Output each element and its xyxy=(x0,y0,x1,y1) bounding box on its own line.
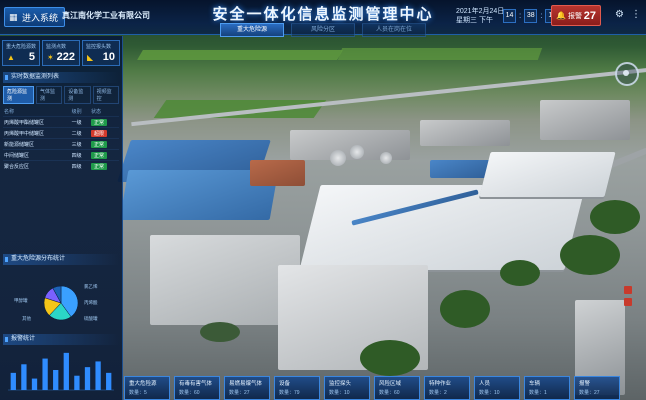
category-vehicles[interactable]: 车辆 数量：1 xyxy=(524,376,570,400)
section-title-pie: 重大危险源分布统计 xyxy=(3,254,119,265)
status-badge: 超限 xyxy=(90,129,107,137)
gear-icon[interactable]: ⚙ xyxy=(615,9,624,20)
category-flammable-gas[interactable]: 易燃易爆气体 数量：27 xyxy=(224,376,270,400)
bar[interactable] xyxy=(42,358,48,390)
alarm-bar-chart[interactable] xyxy=(4,344,118,394)
bar[interactable] xyxy=(10,372,16,390)
tab-risk-zone[interactable]: 风险分区 xyxy=(291,23,355,37)
category-equipment[interactable]: 设备 数量：79 xyxy=(274,376,320,400)
compass-icon[interactable] xyxy=(615,62,639,86)
pie-label: 氯乙烯 xyxy=(84,284,98,289)
bottom-category-bar: 重大危险源 数量：5 有毒有害气体 数量：60 易燃易爆气体 数量：27 设备 数量：7… xyxy=(124,376,620,400)
stat-monitor-points[interactable]: 监测点数 ✶ 222 xyxy=(42,40,80,66)
more-icon[interactable]: ⋮ xyxy=(631,9,641,20)
factory-block[interactable] xyxy=(420,120,510,146)
grid-icon: ▦ xyxy=(9,12,18,22)
bar[interactable] xyxy=(21,364,27,390)
map-marker-icon[interactable] xyxy=(624,298,632,306)
tree-cluster xyxy=(500,260,540,286)
factory-block[interactable] xyxy=(540,100,630,140)
table-row[interactable]: 丙烯酸甲中储罐区 二级 超限 xyxy=(3,127,119,139)
storage-tank[interactable] xyxy=(330,150,346,166)
green-field xyxy=(137,50,343,60)
stat-hazard-count[interactable]: 重大危险源数 ▲ 5 xyxy=(2,40,40,66)
bell-icon: 🔔 xyxy=(556,11,566,20)
bar[interactable] xyxy=(106,372,112,390)
subtab-video[interactable]: 视频监控 xyxy=(92,86,120,104)
view-tabs: 重大危险源 风险分区 人员在岗在位 xyxy=(220,23,426,37)
left-panel: 重大危险源数 ▲ 5 监测点数 ✶ 222 监控报头数 ◣ 10 实时数据监测列… xyxy=(0,36,123,400)
table-row[interactable]: 新能源储罐区 三级 正常 xyxy=(3,138,119,150)
pie-label: 丙烯酸 xyxy=(84,300,98,305)
parking-lot xyxy=(200,322,240,342)
tree-cluster xyxy=(560,235,620,275)
bar[interactable] xyxy=(53,370,59,390)
alarm-label: 报警 xyxy=(567,12,582,20)
subtab-equipment[interactable]: 设备监测 xyxy=(64,86,91,104)
category-special-work[interactable]: 特种作业 数量：2 xyxy=(424,376,470,400)
status-badge: 正常 xyxy=(90,140,107,148)
status-badge: 正常 xyxy=(90,151,107,159)
tree-cluster xyxy=(360,340,420,376)
realtime-table: 名称 级别 状态 丙烯酸甲酯储罐区 一级 正常 丙烯酸甲中储罐区 二级 超限 新… xyxy=(3,107,119,171)
bar[interactable] xyxy=(74,375,80,390)
alarm-count: 27 xyxy=(583,9,596,22)
column-header: 状态 xyxy=(90,109,101,115)
company-name: 真江南化学工业有限公司 xyxy=(62,11,150,20)
status-badge: 正常 xyxy=(90,162,107,170)
table-row[interactable]: 聚合反应区 四级 正常 xyxy=(3,160,119,171)
enter-system-label: 进入系统 xyxy=(22,12,59,23)
subtab-hazard[interactable]: 危险源监测 xyxy=(3,86,34,104)
category-personnel[interactable]: 人员 数量：10 xyxy=(474,376,520,400)
subtab-gas[interactable]: 气体监测 xyxy=(35,86,63,104)
map-marker-icon[interactable] xyxy=(624,286,632,294)
category-toxic-gas[interactable]: 有毒有害气体 数量：60 xyxy=(174,376,220,400)
bar[interactable] xyxy=(31,378,38,390)
table-row[interactable]: 中间储罐区 四级 正常 xyxy=(3,149,119,161)
bar[interactable] xyxy=(95,361,101,390)
category-major-hazard[interactable]: 重大危险源 数量：5 xyxy=(124,376,170,400)
tab-personnel[interactable]: 人员在岗在位 xyxy=(362,23,426,37)
clock-minute: 38 xyxy=(524,9,538,23)
stat-cameras[interactable]: 监控报头数 ◣ 10 xyxy=(82,40,120,66)
enter-system-button[interactable]: ▦ 进入系统 xyxy=(4,7,66,27)
bar[interactable] xyxy=(84,367,91,390)
category-alarms[interactable]: 报警 数量：27 xyxy=(574,376,620,400)
warning-icon: ▲ xyxy=(7,53,15,62)
status-badge: 正常 xyxy=(90,118,107,126)
bar[interactable] xyxy=(63,352,69,390)
storage-tank[interactable] xyxy=(350,145,364,159)
section-title-realtime: 实时数据监测列表 xyxy=(3,72,119,83)
warehouse-white[interactable] xyxy=(479,152,616,197)
pie-label: 其他 xyxy=(22,316,31,321)
alarm-button[interactable]: 🔔 报警 27 xyxy=(551,5,601,26)
pie-label: 硫酸罐 xyxy=(84,316,98,321)
table-row[interactable]: 丙烯酸甲酯储罐区 一级 正常 xyxy=(3,116,119,128)
tab-major-hazard[interactable]: 重大危险源 xyxy=(220,23,284,37)
green-field xyxy=(337,48,543,60)
storage-tank[interactable] xyxy=(380,152,392,164)
clock-hour: 14 xyxy=(503,9,516,23)
tree-cluster xyxy=(440,290,490,328)
column-header: 级别 xyxy=(71,109,82,115)
camera-icon: ◣ xyxy=(87,53,94,62)
category-risk-zone[interactable]: 风险区域 数量：60 xyxy=(374,376,420,400)
tree-cluster xyxy=(590,200,640,234)
pie-label: 甲醇罐 xyxy=(14,298,28,303)
date-display: 2021年2月24日 星期三 下午 xyxy=(456,8,505,24)
column-header: 名称 xyxy=(4,109,15,115)
factory-roof[interactable] xyxy=(250,160,305,186)
blue-shed[interactable] xyxy=(430,160,490,178)
sensor-icon: ✶ xyxy=(47,53,54,62)
category-cameras[interactable]: 监控探头 数量：10 xyxy=(324,376,370,400)
page-title: 安全一体化信息监测管理中心 xyxy=(212,6,434,23)
green-field xyxy=(153,100,327,118)
hazard-pie-panel: 重大危险源分布统计 甲醇罐 氯乙烯 丙烯酸 硫酸罐 其他 xyxy=(0,248,122,328)
